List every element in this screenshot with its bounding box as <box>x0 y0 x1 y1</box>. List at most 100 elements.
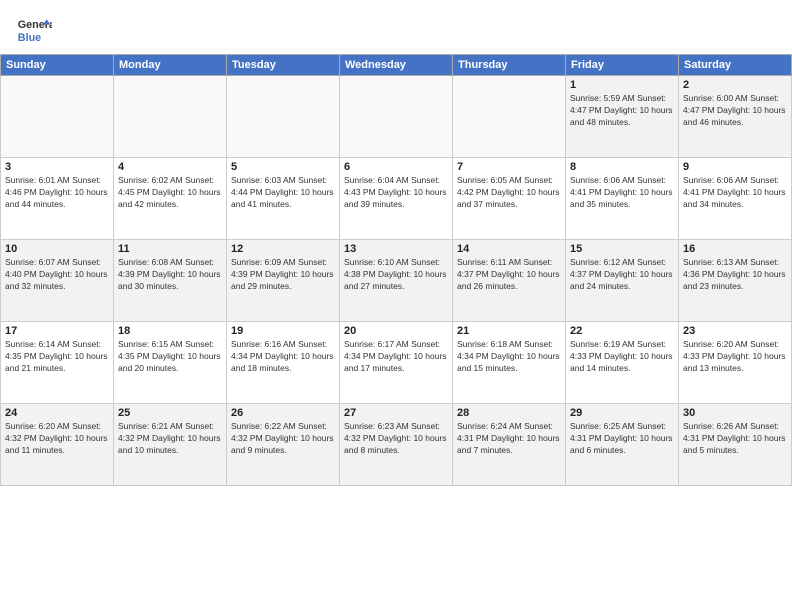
calendar-cell: 30 Sunrise: 6:26 AM Sunset: 4:31 PM Dayli… <box>679 404 792 486</box>
day-info: Sunrise: 6:13 AM Sunset: 4:36 PM Dayligh… <box>683 257 787 293</box>
calendar-cell: 9Sunrise: 6:06 AM Sunset: 4:41 PM Daylig… <box>679 158 792 240</box>
day-number: 22 <box>570 325 674 337</box>
calendar-cell: 18 Sunrise: 6:15 AM Sunset: 4:35 PM Dayli… <box>114 322 227 404</box>
day-info: Sunrise: 6:07 AM Sunset: 4:40 PM Dayligh… <box>5 257 109 293</box>
calendar-cell: 23Sunrise: 6:20 AM Sunset: 4:33 PM Dayli… <box>679 322 792 404</box>
calendar-cell: 4 Sunrise: 6:02 AM Sunset: 4:45 PM Daylig… <box>114 158 227 240</box>
day-info: Sunrise: 6:06 AM Sunset: 4:41 PM Dayligh… <box>570 175 674 211</box>
calendar-cell: 7 Sunrise: 6:05 AM Sunset: 4:42 PM Daylig… <box>453 158 566 240</box>
day-info: Sunrise: 6:23 AM Sunset: 4:32 PM Dayligh… <box>344 421 448 457</box>
day-number: 23 <box>683 325 787 337</box>
calendar-cell: 26 Sunrise: 6:22 AM Sunset: 4:32 PM Dayli… <box>227 404 340 486</box>
day-info: Sunrise: 6:17 AM Sunset: 4:34 PM Dayligh… <box>344 339 448 375</box>
day-info: Sunrise: 5:59 AM Sunset: 4:47 PM Dayligh… <box>570 93 674 129</box>
calendar-body: 1 Sunrise: 5:59 AM Sunset: 4:47 PM Daylig… <box>1 76 792 486</box>
calendar-cell: 21 Sunrise: 6:18 AM Sunset: 4:34 PM Dayli… <box>453 322 566 404</box>
svg-text:Blue: Blue <box>18 32 41 44</box>
calendar-week-row: 17 Sunrise: 6:14 AM Sunset: 4:35 PM Dayli… <box>1 322 792 404</box>
calendar-table: SundayMondayTuesdayWednesdayThursdayFrid… <box>0 54 792 486</box>
weekday-header: Tuesday <box>227 55 340 76</box>
day-info: Sunrise: 6:25 AM Sunset: 4:31 PM Dayligh… <box>570 421 674 457</box>
weekday-header: Saturday <box>679 55 792 76</box>
day-info: Sunrise: 6:04 AM Sunset: 4:43 PM Dayligh… <box>344 175 448 211</box>
calendar-cell: 1 Sunrise: 5:59 AM Sunset: 4:47 PM Daylig… <box>566 76 679 158</box>
day-info: Sunrise: 6:16 AM Sunset: 4:34 PM Dayligh… <box>231 339 335 375</box>
day-number: 28 <box>457 407 561 419</box>
day-info: Sunrise: 6:01 AM Sunset: 4:46 PM Dayligh… <box>5 175 109 211</box>
day-number: 5 <box>231 161 335 173</box>
day-info: Sunrise: 6:20 AM Sunset: 4:32 PM Dayligh… <box>5 421 109 457</box>
day-number: 24 <box>5 407 109 419</box>
calendar-cell: 17 Sunrise: 6:14 AM Sunset: 4:35 PM Dayli… <box>1 322 114 404</box>
calendar-cell: 16 Sunrise: 6:13 AM Sunset: 4:36 PM Dayli… <box>679 240 792 322</box>
day-number: 16 <box>683 243 787 255</box>
calendar-cell <box>453 76 566 158</box>
day-info: Sunrise: 6:02 AM Sunset: 4:45 PM Dayligh… <box>118 175 222 211</box>
calendar-cell: 11 Sunrise: 6:08 AM Sunset: 4:39 PM Dayli… <box>114 240 227 322</box>
calendar-cell <box>1 76 114 158</box>
day-number: 11 <box>118 243 222 255</box>
calendar-cell: 25Sunrise: 6:21 AM Sunset: 4:32 PM Dayli… <box>114 404 227 486</box>
day-number: 2 <box>683 79 787 91</box>
calendar-cell <box>114 76 227 158</box>
calendar-cell: 19 Sunrise: 6:16 AM Sunset: 4:34 PM Dayli… <box>227 322 340 404</box>
weekday-header: Friday <box>566 55 679 76</box>
day-number: 14 <box>457 243 561 255</box>
calendar-cell: 15 Sunrise: 6:12 AM Sunset: 4:37 PM Dayli… <box>566 240 679 322</box>
day-info: Sunrise: 6:00 AM Sunset: 4:47 PM Dayligh… <box>683 93 787 129</box>
calendar-cell: 2 Sunrise: 6:00 AM Sunset: 4:47 PM Daylig… <box>679 76 792 158</box>
day-info: Sunrise: 6:21 AM Sunset: 4:32 PM Dayligh… <box>118 421 222 457</box>
day-number: 15 <box>570 243 674 255</box>
day-number: 18 <box>118 325 222 337</box>
day-number: 30 <box>683 407 787 419</box>
day-info: Sunrise: 6:05 AM Sunset: 4:42 PM Dayligh… <box>457 175 561 211</box>
day-info: Sunrise: 6:12 AM Sunset: 4:37 PM Dayligh… <box>570 257 674 293</box>
day-number: 13 <box>344 243 448 255</box>
day-info: Sunrise: 6:15 AM Sunset: 4:35 PM Dayligh… <box>118 339 222 375</box>
day-number: 9 <box>683 161 787 173</box>
calendar-cell: 22 Sunrise: 6:19 AM Sunset: 4:33 PM Dayli… <box>566 322 679 404</box>
calendar-cell: 13 Sunrise: 6:10 AM Sunset: 4:38 PM Dayli… <box>340 240 453 322</box>
calendar-week-row: 1 Sunrise: 5:59 AM Sunset: 4:47 PM Daylig… <box>1 76 792 158</box>
calendar-header-row: SundayMondayTuesdayWednesdayThursdayFrid… <box>1 55 792 76</box>
day-number: 6 <box>344 161 448 173</box>
calendar-cell: 14Sunrise: 6:11 AM Sunset: 4:37 PM Dayli… <box>453 240 566 322</box>
calendar-cell: 10 Sunrise: 6:07 AM Sunset: 4:40 PM Dayli… <box>1 240 114 322</box>
calendar-cell: 24 Sunrise: 6:20 AM Sunset: 4:32 PM Dayli… <box>1 404 114 486</box>
weekday-header: Wednesday <box>340 55 453 76</box>
calendar-cell: 28 Sunrise: 6:24 AM Sunset: 4:31 PM Dayli… <box>453 404 566 486</box>
day-number: 20 <box>344 325 448 337</box>
weekday-header: Monday <box>114 55 227 76</box>
day-number: 26 <box>231 407 335 419</box>
day-number: 21 <box>457 325 561 337</box>
day-info: Sunrise: 6:26 AM Sunset: 4:31 PM Dayligh… <box>683 421 787 457</box>
day-info: Sunrise: 6:09 AM Sunset: 4:39 PM Dayligh… <box>231 257 335 293</box>
day-number: 1 <box>570 79 674 91</box>
logo: General Blue <box>16 12 52 48</box>
weekday-header: Thursday <box>453 55 566 76</box>
calendar-cell <box>227 76 340 158</box>
day-info: Sunrise: 6:22 AM Sunset: 4:32 PM Dayligh… <box>231 421 335 457</box>
logo-icon: General Blue <box>16 12 52 48</box>
calendar-cell: 5 Sunrise: 6:03 AM Sunset: 4:44 PM Daylig… <box>227 158 340 240</box>
day-number: 29 <box>570 407 674 419</box>
day-number: 10 <box>5 243 109 255</box>
day-info: Sunrise: 6:10 AM Sunset: 4:38 PM Dayligh… <box>344 257 448 293</box>
calendar-cell: 20 Sunrise: 6:17 AM Sunset: 4:34 PM Dayli… <box>340 322 453 404</box>
day-info: Sunrise: 6:08 AM Sunset: 4:39 PM Dayligh… <box>118 257 222 293</box>
calendar-cell <box>340 76 453 158</box>
day-info: Sunrise: 6:24 AM Sunset: 4:31 PM Dayligh… <box>457 421 561 457</box>
day-number: 19 <box>231 325 335 337</box>
day-info: Sunrise: 6:03 AM Sunset: 4:44 PM Dayligh… <box>231 175 335 211</box>
day-number: 12 <box>231 243 335 255</box>
day-number: 4 <box>118 161 222 173</box>
calendar-cell: 29 Sunrise: 6:25 AM Sunset: 4:31 PM Dayli… <box>566 404 679 486</box>
weekday-header: Sunday <box>1 55 114 76</box>
calendar-cell: 3 Sunrise: 6:01 AM Sunset: 4:46 PM Daylig… <box>1 158 114 240</box>
day-info: Sunrise: 6:18 AM Sunset: 4:34 PM Dayligh… <box>457 339 561 375</box>
day-info: Sunrise: 6:19 AM Sunset: 4:33 PM Dayligh… <box>570 339 674 375</box>
day-number: 3 <box>5 161 109 173</box>
day-number: 7 <box>457 161 561 173</box>
day-number: 17 <box>5 325 109 337</box>
day-info: Sunrise: 6:14 AM Sunset: 4:35 PM Dayligh… <box>5 339 109 375</box>
